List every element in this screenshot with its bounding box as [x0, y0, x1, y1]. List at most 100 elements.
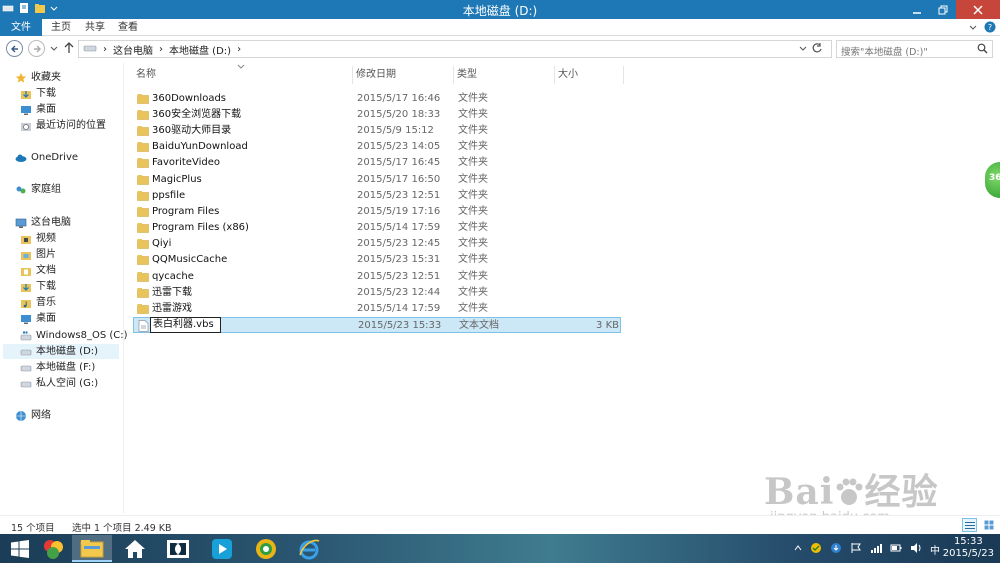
list-item[interactable]: QQMusicCache 2015/5/23 15:31 文件夹 — [133, 252, 621, 267]
sidebar-item-videos[interactable]: 视频 — [20, 231, 56, 246]
folder-icon — [137, 109, 149, 123]
forward-button[interactable] — [28, 40, 45, 57]
taskbar-app-dolby[interactable] — [158, 535, 198, 562]
sidebar-item-favorites[interactable]: 收藏夹 — [15, 70, 61, 85]
sidebar-item-music[interactable]: 音乐 — [20, 295, 56, 310]
taskbar-app-browser-360[interactable] — [246, 535, 286, 562]
taskbar-app-file-explorer[interactable] — [72, 535, 112, 562]
computer-icon — [15, 217, 27, 229]
search-icon[interactable] — [977, 43, 988, 57]
sidebar-item-onedrive[interactable]: OneDrive — [15, 150, 78, 165]
taskbar-app-video-player[interactable] — [202, 535, 242, 562]
sidebar-item-drive-g[interactable]: 私人空间 (G:) — [20, 376, 98, 391]
expand-ribbon-icon[interactable] — [968, 22, 978, 35]
sidebar-item-documents[interactable]: 文档 — [20, 263, 56, 278]
list-item[interactable]: MagicPlus 2015/5/17 16:50 文件夹 — [133, 172, 621, 187]
input-method-indicator[interactable]: 中 — [930, 542, 940, 557]
breadcrumb-separator-icon[interactable]: › — [237, 44, 241, 55]
list-item-selected[interactable]: 表白利器.vbs 2015/5/23 15:33 文本文档 3 KB — [133, 317, 621, 333]
sidebar-item-this-pc[interactable]: 这台电脑 — [15, 215, 71, 230]
list-item[interactable]: Qiyi 2015/5/23 12:45 文件夹 — [133, 236, 621, 251]
list-item[interactable]: Program Files (x86) 2015/5/14 17:59 文件夹 — [133, 220, 621, 235]
address-history-chevron-icon[interactable] — [799, 43, 807, 56]
tab-home[interactable]: 主页 — [51, 19, 71, 36]
minimize-button[interactable] — [904, 0, 930, 19]
list-item[interactable]: 迅雷游戏 2015/5/14 17:59 文件夹 — [133, 301, 621, 316]
sidebar-item-network[interactable]: 网络 — [15, 408, 51, 423]
breadcrumb-drive-d[interactable]: 本地磁盘 (D:) — [169, 42, 231, 57]
tab-view[interactable]: 查看 — [118, 19, 138, 36]
network-signal-icon[interactable] — [870, 542, 882, 557]
list-item[interactable]: 360驱动大师目录 2015/5/9 15:12 文件夹 — [133, 123, 621, 138]
desktop-icon — [20, 104, 32, 116]
restore-icon — [938, 5, 948, 14]
folder-icon — [137, 271, 149, 285]
sidebar-item-desktop-pc[interactable]: 桌面 — [20, 311, 56, 326]
tab-file[interactable]: 文件 — [0, 19, 42, 36]
system-clock[interactable]: 15:33 2015/5/23 — [943, 536, 994, 560]
list-item[interactable]: qycache 2015/5/23 12:51 文件夹 — [133, 269, 621, 284]
column-header-size[interactable]: 大小 — [555, 66, 624, 84]
home-icon — [125, 539, 145, 558]
folder-icon — [137, 287, 149, 301]
sidebar-item-drive-c[interactable]: Windows8_OS (C:) — [20, 328, 128, 343]
recent-locations-chevron-icon[interactable] — [50, 43, 58, 56]
list-item[interactable]: 360安全浏览器下载 2015/5/20 18:33 文件夹 — [133, 107, 621, 122]
tray-download-icon[interactable] — [830, 542, 842, 557]
list-item[interactable]: 迅雷下载 2015/5/23 12:44 文件夹 — [133, 285, 621, 300]
sidebar-item-recent-places[interactable]: 最近访问的位置 — [20, 118, 106, 133]
sidebar-item-downloads[interactable]: 下载 — [20, 86, 56, 101]
windows-logo-icon — [11, 539, 29, 558]
sidebar-item-downloads-pc[interactable]: 下载 — [20, 279, 56, 294]
large-icons-view-icon — [984, 520, 993, 530]
folder-icon — [137, 141, 149, 155]
folder-icon — [137, 125, 149, 139]
breadcrumb-separator-icon[interactable]: › — [103, 44, 107, 55]
title-bar: 本地磁盘 (D:) — [0, 0, 1000, 19]
video-folder-icon — [20, 233, 32, 245]
sidebar-item-desktop[interactable]: 桌面 — [20, 102, 56, 117]
sidebar-item-drive-d[interactable]: 本地磁盘 (D:) — [3, 344, 119, 359]
list-item[interactable]: ppsfile 2015/5/23 12:51 文件夹 — [133, 188, 621, 203]
back-button[interactable] — [6, 40, 23, 57]
clock-time: 15:33 — [953, 536, 983, 547]
list-item[interactable]: BaiduYunDownload 2015/5/23 14:05 文件夹 — [133, 139, 621, 154]
volume-icon[interactable] — [910, 542, 922, 557]
ribbon-tabs: 文件 主页 共享 查看 ? — [0, 19, 1000, 36]
refresh-icon[interactable] — [811, 42, 823, 57]
battery-icon[interactable] — [890, 542, 902, 557]
taskbar-app-game-center[interactable] — [33, 535, 73, 562]
tray-security-icon[interactable] — [810, 542, 822, 557]
breadcrumb-separator-icon[interactable]: › — [159, 44, 163, 55]
details-view-button[interactable] — [962, 518, 977, 532]
search-input[interactable]: 搜索"本地磁盘 (D:)" — [836, 40, 993, 58]
up-button[interactable] — [64, 42, 74, 57]
browser-360-icon — [256, 538, 276, 559]
close-button[interactable] — [956, 0, 1000, 19]
text-file-icon — [138, 320, 149, 335]
address-bar[interactable]: › 这台电脑 › 本地磁盘 (D:) › — [78, 40, 832, 58]
desktop-icon — [20, 313, 32, 325]
sidebar-item-pictures[interactable]: 图片 — [20, 247, 56, 262]
sidebar-item-homegroup[interactable]: 家庭组 — [15, 182, 61, 197]
taskbar: 中 15:33 2015/5/23 — [0, 534, 1000, 563]
list-item[interactable]: FavoriteVideo 2015/5/17 16:45 文件夹 — [133, 155, 621, 170]
navigation-pane: 收藏夹 下载 桌面 最近访问的位置 OneDrive 家庭组 这台电脑 视频 图… — [0, 63, 128, 513]
large-icons-view-button[interactable] — [981, 518, 996, 532]
help-icon[interactable]: ? — [984, 21, 996, 36]
rename-input[interactable]: 表白利器.vbs — [150, 317, 221, 333]
list-item[interactable]: 360Downloads 2015/5/17 16:46 文件夹 — [133, 91, 621, 106]
taskbar-app-home[interactable] — [115, 535, 155, 562]
column-header-type[interactable]: 类型 — [454, 66, 555, 84]
list-item[interactable]: Program Files 2015/5/19 17:16 文件夹 — [133, 204, 621, 219]
floating-360-badge[interactable]: 360 — [985, 162, 1000, 198]
breadcrumb-this-pc[interactable]: 这台电脑 — [113, 42, 153, 57]
column-header-modified[interactable]: 修改日期 — [353, 66, 454, 84]
sidebar-item-drive-f[interactable]: 本地磁盘 (F:) — [20, 360, 95, 375]
selection-info: 选中 1 个项目 2.49 KB — [72, 523, 172, 534]
action-center-flag-icon[interactable] — [850, 542, 862, 557]
tab-share[interactable]: 共享 — [85, 19, 105, 36]
restore-button[interactable] — [930, 0, 956, 19]
taskbar-app-internet-explorer[interactable] — [289, 535, 329, 562]
tray-overflow-icon[interactable] — [794, 544, 802, 555]
